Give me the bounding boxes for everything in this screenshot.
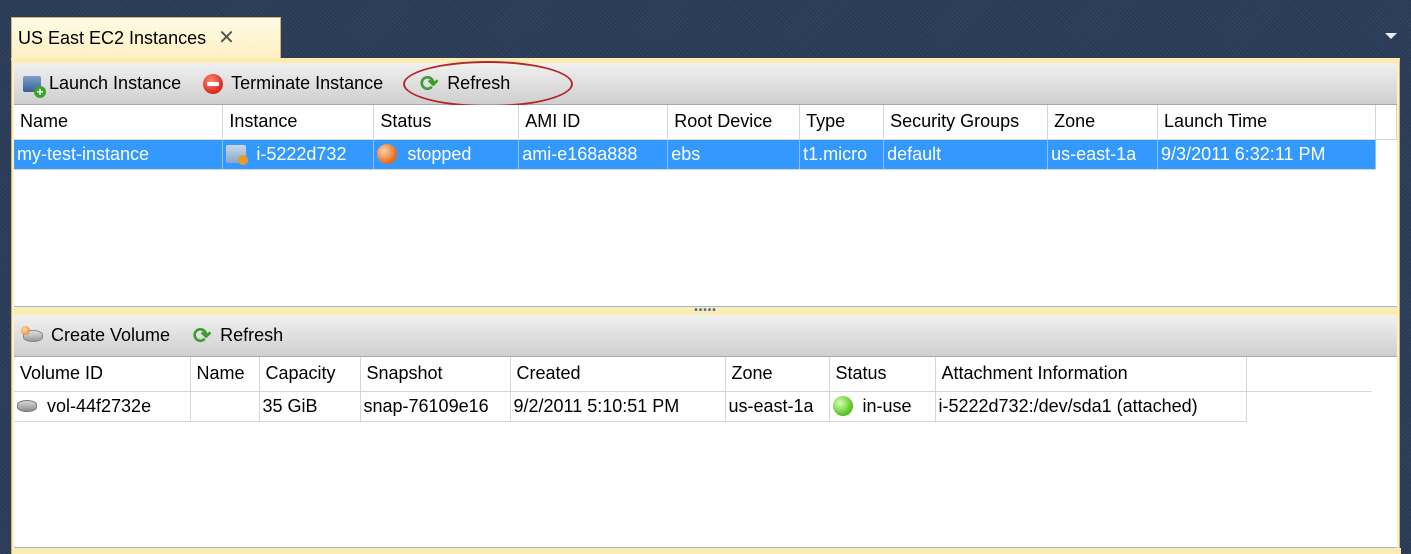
cell-status-text: in-use <box>862 395 912 416</box>
cell-root-device: ebs <box>667 139 801 170</box>
column-header-name[interactable]: Name <box>14 105 224 140</box>
column-header-snapshot[interactable]: Snapshot <box>360 357 511 392</box>
close-icon[interactable]: ✕ <box>218 28 235 48</box>
volumes-toolbar: Create Volume ⟳ Refresh <box>14 315 1397 357</box>
cell-volume-id: vol-44f2732e <box>14 391 191 422</box>
column-header-volume-id[interactable]: Volume ID <box>14 357 191 392</box>
column-header-instance[interactable]: Instance <box>222 105 375 140</box>
launch-instance-label: Launch Instance <box>49 73 182 93</box>
table-row[interactable]: vol-44f2732e 35 GiB snap-76109e16 9/2/20… <box>14 391 1372 422</box>
cell-name <box>190 391 260 422</box>
column-header-type[interactable]: Type <box>799 105 885 140</box>
status-stopped-icon <box>377 144 398 164</box>
cell-type: t1.micro <box>799 139 885 170</box>
cell-capacity: 35 GiB <box>259 391 361 422</box>
refresh-instances-label: Refresh <box>447 73 511 93</box>
document-tabstrip: US East EC2 Instances ✕ <box>0 0 1411 58</box>
cell-created: 9/2/2011 5:10:51 PM <box>510 391 726 422</box>
cell-security-groups: default <box>883 139 1049 170</box>
column-header-created[interactable]: Created <box>510 357 726 392</box>
cell-attachment-information: i-5222d732:/dev/sda1 (attached) <box>935 391 1247 422</box>
column-header-zone[interactable]: Zone <box>725 357 830 392</box>
status-in-use-icon <box>832 396 853 416</box>
terminate-icon <box>203 73 224 94</box>
column-header-filler <box>1246 357 1372 392</box>
create-volume-button[interactable]: Create Volume <box>19 320 178 352</box>
create-volume-label: Create Volume <box>51 325 171 345</box>
splitter-grip-icon: ••••• <box>694 305 717 316</box>
launch-instance-button[interactable]: Launch Instance <box>19 68 189 100</box>
column-header-launch-time[interactable]: Launch Time <box>1157 105 1376 140</box>
table-row[interactable]: my-test-instance i-5222d732 stopped ami-… <box>14 139 1397 170</box>
cell-filler <box>1246 391 1372 421</box>
cell-launch-time: 9/3/2011 6:32:11 PM <box>1157 139 1376 170</box>
instances-table: Name Instance Status AMI ID Root Device … <box>14 105 1398 170</box>
cell-zone: us-east-1a <box>725 391 830 422</box>
cell-instance: i-5222d732 <box>222 139 375 170</box>
cell-name: my-test-instance <box>14 139 224 170</box>
panel-bottom-border <box>12 548 1401 554</box>
terminate-instance-button[interactable]: Terminate Instance <box>199 68 391 100</box>
column-header-filler <box>1375 105 1398 140</box>
refresh-instances-button[interactable]: ⟳ Refresh <box>403 60 574 107</box>
instances-header-row: Name Instance Status AMI ID Root Device … <box>14 105 1398 140</box>
volumes-header-row: Volume ID Name Capacity Snapshot Created… <box>14 357 1372 392</box>
column-header-status[interactable]: Status <box>373 105 520 140</box>
column-header-root-device[interactable]: Root Device <box>667 105 801 140</box>
column-header-name[interactable]: Name <box>190 357 260 392</box>
volume-icon <box>17 400 37 412</box>
tab-title: US East EC2 Instances <box>18 27 207 48</box>
refresh-icon: ⟳ <box>192 322 212 348</box>
cell-status: stopped <box>373 139 520 170</box>
create-volume-icon <box>21 325 43 342</box>
refresh-volumes-button[interactable]: ⟳ Refresh <box>188 320 291 352</box>
cell-instance-id: i-5222d732 <box>256 143 347 164</box>
instance-icon <box>226 145 249 165</box>
tab-us-east-ec2-instances[interactable]: US East EC2 Instances ✕ <box>11 17 281 58</box>
ec2-instances-panel: Launch Instance Terminate Instance ⟳ Ref… <box>11 58 1401 554</box>
cell-status-text: stopped <box>407 143 472 164</box>
chevron-down-icon[interactable] <box>1385 33 1397 39</box>
column-header-zone[interactable]: Zone <box>1047 105 1159 140</box>
cell-ami-id: ami-e168a888 <box>518 139 669 170</box>
cell-filler <box>1375 139 1397 169</box>
column-header-status[interactable]: Status <box>829 357 936 392</box>
pane-splitter[interactable]: ••••• <box>14 305 1397 316</box>
volumes-table: Volume ID Name Capacity Snapshot Created… <box>14 357 1372 422</box>
instances-grid: Name Instance Status AMI ID Root Device … <box>14 105 1398 307</box>
cell-zone: us-east-1a <box>1047 139 1159 170</box>
column-header-attachment-information[interactable]: Attachment Information <box>935 357 1247 392</box>
column-header-security-groups[interactable]: Security Groups <box>883 105 1049 140</box>
column-header-ami-id[interactable]: AMI ID <box>518 105 669 140</box>
cell-volume-id-text: vol-44f2732e <box>47 395 152 416</box>
refresh-volumes-label: Refresh <box>220 325 284 345</box>
column-header-capacity[interactable]: Capacity <box>259 357 361 392</box>
refresh-icon: ⟳ <box>419 70 439 96</box>
instances-toolbar: Launch Instance Terminate Instance ⟳ Ref… <box>14 60 1397 107</box>
launch-instance-icon <box>23 75 46 98</box>
terminate-instance-label: Terminate Instance <box>231 73 384 93</box>
cell-status: in-use <box>829 391 936 422</box>
cell-snapshot: snap-76109e16 <box>360 391 511 422</box>
volumes-grid: Volume ID Name Capacity Snapshot Created… <box>14 357 1397 548</box>
